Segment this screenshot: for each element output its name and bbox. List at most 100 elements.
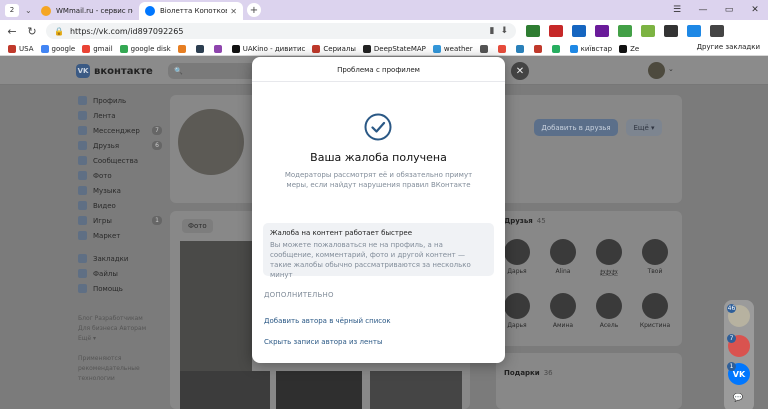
unread-badge: 7 — [727, 334, 736, 343]
close-window-icon[interactable]: ✕ — [742, 5, 768, 15]
tab-photos[interactable]: Фото — [182, 219, 213, 233]
sidebar-item-video[interactable]: Видео — [78, 198, 168, 213]
hide-author-posts-link[interactable]: Скрыть записи автора из ленты — [264, 338, 382, 346]
other-bookmarks[interactable]: Другие закладки — [697, 43, 760, 51]
bookmark-item[interactable]: google disk — [119, 44, 171, 53]
bookmark-item[interactable]: USA — [8, 44, 34, 53]
extension-icon[interactable] — [664, 25, 678, 37]
back-icon[interactable]: ← — [4, 25, 20, 38]
vk-search-input[interactable]: 🔍 — [168, 63, 258, 79]
sidebar-item-market[interactable]: Маркет — [78, 228, 168, 243]
friend-item[interactable]: Дарья — [500, 293, 534, 329]
profile-photo[interactable] — [178, 109, 244, 175]
friend-item[interactable]: Alina — [546, 239, 580, 275]
minimize-icon[interactable]: — — [690, 5, 716, 15]
bookmark-item[interactable] — [497, 44, 509, 53]
bookmark-icon[interactable]: ▮ — [490, 26, 495, 36]
bookmark-item[interactable]: gmail — [82, 44, 113, 53]
friend-item[interactable]: 赵赵赵 — [592, 239, 626, 277]
avatar — [596, 239, 622, 265]
friends-title[interactable]: Друзья 45 — [504, 217, 546, 225]
bookmark-favicon-icon — [362, 44, 371, 53]
help-icon — [78, 284, 87, 293]
friend-item[interactable]: Твой — [638, 239, 672, 275]
bookmark-item[interactable]: UAKino - дивитис — [231, 44, 305, 53]
bookmark-item[interactable] — [533, 44, 545, 53]
reload-icon[interactable]: ↻ — [24, 25, 40, 38]
sidebar-item-bookmarks[interactable]: Закладки — [78, 251, 168, 266]
add-friend-button[interactable]: Добавить в друзья — [534, 119, 618, 136]
gifts-title[interactable]: Подарки 36 — [504, 369, 553, 377]
friends-card: Друзья 45 Дарья Alina 赵赵赵 Твой Дарья Амин… — [496, 211, 682, 346]
extension-icon[interactable] — [710, 25, 724, 37]
chevron-down-icon[interactable]: ⌄ — [25, 6, 35, 15]
friend-item[interactable]: Асель — [592, 293, 626, 329]
bookmark-item[interactable]: Ze — [619, 44, 639, 53]
bookmark-item[interactable] — [479, 44, 491, 53]
more-button[interactable]: Ещё ▾ — [626, 119, 662, 136]
menu-icon[interactable]: ☰ — [664, 5, 690, 15]
friend-item[interactable]: Амина — [546, 293, 580, 329]
profile-icon — [78, 96, 87, 105]
photo-thumbnail[interactable] — [180, 371, 270, 409]
new-tab-button[interactable]: + — [247, 3, 261, 17]
url-text[interactable]: https://vk.com/id897092265 — [70, 27, 484, 36]
extension-icon[interactable] — [687, 25, 701, 37]
user-avatar[interactable] — [648, 62, 665, 79]
sidebar-item-friends[interactable]: Друзья 6 — [78, 138, 168, 153]
extension-icon[interactable] — [595, 25, 609, 37]
bookmark-item[interactable] — [195, 44, 207, 53]
sidebar-item-profile[interactable]: Профиль — [78, 93, 168, 108]
checkmark-circle-icon — [364, 113, 392, 141]
vk-logo[interactable]: VK вконтакте — [76, 64, 153, 78]
sidebar-item-music[interactable]: Музыка — [78, 183, 168, 198]
sidebar-item-help[interactable]: Помощь — [78, 281, 168, 296]
bookmark-item[interactable]: київстар — [569, 44, 612, 53]
tab-counter[interactable]: 2 — [5, 3, 19, 17]
modal-close-button[interactable]: ✕ — [511, 62, 529, 80]
sidebar-item-communities[interactable]: Сообщества — [78, 153, 168, 168]
bookmark-favicon-icon — [213, 44, 222, 53]
extension-icon[interactable] — [572, 25, 586, 37]
chat-icon[interactable]: 💬 — [733, 393, 743, 402]
lock-icon[interactable]: 🔒 — [54, 27, 64, 36]
bookmark-item[interactable]: weather — [432, 44, 473, 53]
close-tab-icon[interactable]: ✕ — [230, 7, 237, 16]
address-bar[interactable]: 🔒 https://vk.com/id897092265 ▮ ⬇ — [46, 23, 516, 39]
extension-icon[interactable] — [549, 25, 563, 37]
gmail-icon — [82, 44, 91, 53]
sidebar-footer: Блог Разработчикам Для бизнеса Авторам Е… — [78, 314, 168, 384]
bookmark-item[interactable] — [515, 44, 527, 53]
browser-tab-active[interactable]: Віолетта Копоткова ✕ — [139, 2, 243, 20]
friend-item[interactable]: Дарья — [500, 239, 534, 275]
bookmark-item[interactable]: google — [40, 44, 75, 53]
bookmark-item[interactable]: Сериалы — [312, 44, 356, 53]
extension-icon[interactable] — [618, 25, 632, 37]
sidebar-item-files[interactable]: Файлы — [78, 266, 168, 281]
sidebar-item-messenger[interactable]: Мессенджер 7 — [78, 123, 168, 138]
bookmark-item[interactable]: DeepStateMAP — [362, 44, 426, 53]
download-icon[interactable]: ⬇ — [500, 26, 508, 36]
bookmark-item[interactable] — [213, 44, 225, 53]
sidebar-item-feed[interactable]: Лента — [78, 108, 168, 123]
extension-icon[interactable] — [641, 25, 655, 37]
chevron-down-icon[interactable]: ⌄ — [668, 65, 674, 73]
extension-icon[interactable] — [526, 25, 540, 37]
footer-links[interactable]: Для бизнеса Авторам — [78, 324, 168, 334]
add-to-blacklist-link[interactable]: Добавить автора в чёрный список — [264, 317, 391, 325]
friend-item[interactable]: Кристина — [638, 293, 672, 329]
friends-icon — [78, 141, 87, 150]
address-bar-row: ← ↻ 🔒 https://vk.com/id897092265 ▮ ⬇ — [0, 20, 768, 42]
footer-links[interactable]: Ещё ▾ — [78, 334, 168, 344]
photo-thumbnail[interactable] — [370, 371, 462, 409]
browser-tab[interactable]: WMmail.ru - сервис почт — [35, 2, 139, 20]
footer-links[interactable]: Блог Разработчикам — [78, 314, 168, 324]
sidebar-item-photos[interactable]: Фото — [78, 168, 168, 183]
bookmark-item[interactable] — [177, 44, 189, 53]
sidebar-item-games[interactable]: Игры 1 — [78, 213, 168, 228]
bookmark-item[interactable] — [551, 44, 563, 53]
vk-logo-icon: VK — [76, 64, 90, 78]
avatar — [504, 293, 530, 319]
photo-thumbnail[interactable] — [276, 371, 362, 409]
maximize-icon[interactable]: ▭ — [716, 5, 742, 15]
